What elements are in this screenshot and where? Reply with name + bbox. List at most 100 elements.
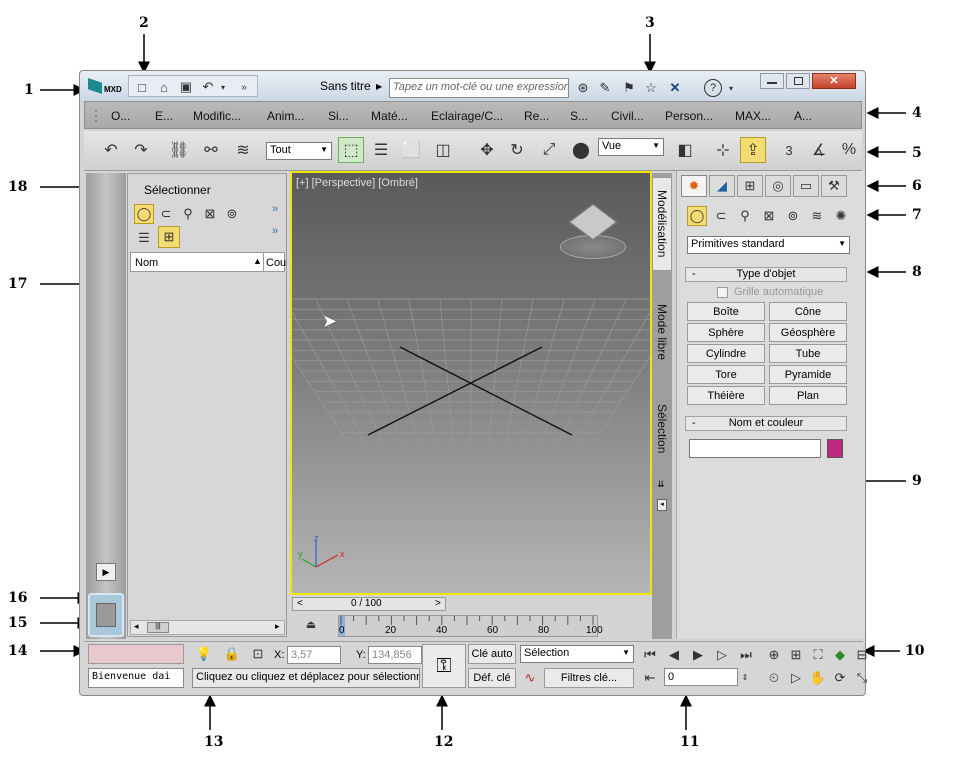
selection-lock-icon[interactable]: 🔒 — [224, 646, 240, 662]
new-file-icon[interactable]: □ — [133, 78, 151, 96]
cameras-filter-icon[interactable]: ⊠ — [200, 204, 220, 224]
menu-item[interactable]: Modific... — [193, 109, 241, 123]
more-options-icon[interactable]: » — [268, 224, 282, 238]
tab-mode-libre[interactable]: Mode libre — [652, 297, 672, 367]
menu-item[interactable]: Person... — [665, 109, 713, 123]
lights-category-icon[interactable]: ⚲ — [735, 206, 755, 226]
viewport-layout-tab[interactable] — [88, 593, 124, 637]
rollout-nom-couleur[interactable]: - Nom et couleur — [685, 416, 847, 431]
torus-button[interactable]: Tore — [687, 365, 765, 384]
y-coordinate-input[interactable]: 134,856 — [368, 646, 422, 664]
select-and-scale-icon[interactable]: ⤢ — [536, 137, 562, 163]
rectangular-selection-icon[interactable]: ⬜ — [398, 137, 424, 163]
favorites-star-icon[interactable]: ☆ — [642, 79, 660, 97]
window-crossing-icon[interactable]: ◫ — [430, 137, 456, 163]
menu-item[interactable]: Eclairage/C... — [431, 109, 503, 123]
expand-layout-button[interactable]: ▶ — [96, 563, 116, 581]
snaps-toggle-icon[interactable]: 3 — [776, 137, 802, 163]
use-pivot-center-icon[interactable]: ◧ — [672, 137, 698, 163]
search-expand-icon[interactable]: ▶ — [376, 78, 386, 96]
subscription-icon[interactable]: ✎ — [596, 79, 614, 97]
autogrid-checkbox[interactable] — [717, 287, 728, 298]
more-filters-icon[interactable]: » — [268, 202, 282, 216]
curve-editor-toggle-icon[interactable]: ⏏ — [302, 615, 320, 633]
column-cou[interactable]: Cou — [266, 257, 286, 269]
motion-tab-icon[interactable]: ◎ — [765, 175, 791, 197]
ribbon-collapse-icon[interactable]: ⇊ — [657, 479, 665, 490]
set-key-mode-button[interactable]: Déf. clé — [468, 668, 516, 688]
menu-item[interactable]: MAX... — [735, 109, 771, 123]
time-slider[interactable]: < 0 / 100 > — [292, 597, 446, 611]
binoculars-icon[interactable]: ⊛ — [574, 79, 592, 97]
unlink-selection-icon[interactable]: ⚯ — [198, 137, 224, 163]
rollout-type-objet[interactable]: - Type d'objet — [685, 267, 847, 282]
shapes-filter-icon[interactable]: ⊂ — [156, 204, 176, 224]
helpers-filter-icon[interactable]: ⊚ — [222, 204, 242, 224]
box-button[interactable]: Boîte — [687, 302, 765, 321]
selection-filter-dropdown[interactable]: Tout — [266, 142, 332, 160]
object-type-dropdown[interactable]: Primitives standard — [687, 236, 850, 254]
plane-button[interactable]: Plan — [769, 386, 847, 405]
go-to-start-icon[interactable]: ⏮ — [640, 645, 660, 665]
time-prev-button[interactable]: < — [297, 598, 303, 609]
application-button[interactable]: MXD — [86, 76, 126, 98]
maxscript-output[interactable]: Bienvenue dai — [88, 668, 184, 688]
frame-spinner-icon[interactable]: ⇕ — [740, 668, 750, 686]
select-manipulate-icon[interactable]: ⊹ — [710, 137, 736, 163]
pan-hand-icon[interactable]: ✋ — [808, 668, 828, 688]
close-button[interactable]: ✕ — [812, 73, 856, 89]
sphere-button[interactable]: Sphère — [687, 323, 765, 342]
zoom-extents-all-icon[interactable]: ⊟ — [852, 645, 872, 665]
menu-item[interactable]: O... — [111, 109, 130, 123]
minimize-button[interactable] — [760, 73, 784, 89]
select-object-icon[interactable]: ⬚ — [338, 137, 364, 163]
more-tools-icon[interactable]: » — [235, 78, 253, 96]
zoom-extents-icon[interactable]: ⛶ — [808, 645, 828, 665]
menu-item[interactable]: S... — [570, 109, 588, 123]
maximize-button[interactable] — [786, 73, 810, 89]
cone-button[interactable]: Cône — [769, 302, 847, 321]
select-by-name-icon[interactable]: ☰ — [368, 137, 394, 163]
search-input[interactable]: Tapez un mot-clé ou une expression — [389, 78, 569, 98]
hierarchy-tab-icon[interactable]: ⊞ — [737, 175, 763, 197]
go-to-end-icon[interactable]: ⏭ — [736, 645, 756, 665]
time-slider-label[interactable]: 0 / 100 — [351, 598, 382, 609]
save-icon[interactable]: ▣ — [177, 78, 195, 96]
menu-item[interactable]: Maté... — [371, 109, 408, 123]
angle-snap-icon[interactable]: ∡ — [806, 137, 832, 163]
display-tab-icon[interactable]: ▭ — [793, 175, 819, 197]
current-frame-input[interactable]: 0 — [664, 668, 738, 686]
maximize-viewport-icon[interactable]: ⤡ — [852, 668, 872, 688]
hierarchy-icon[interactable]: ⊞ — [158, 226, 180, 248]
shapes-category-icon[interactable]: ⊂ — [711, 206, 731, 226]
tab-modelisation[interactable]: Modélisation — [652, 177, 672, 271]
default-tangent-icon[interactable]: ∿ — [520, 668, 540, 688]
geometry-filter-icon[interactable]: ◯ — [134, 204, 154, 224]
perspective-viewport[interactable]: [+] [Perspective] [Ombré] ➤ x y z — [290, 171, 652, 595]
scroll-right-icon[interactable]: ▸ — [275, 621, 280, 632]
tube-button[interactable]: Tube — [769, 344, 847, 363]
select-and-link-icon[interactable]: ⛓ — [166, 137, 192, 163]
select-and-rotate-icon[interactable]: ↻ — [504, 137, 530, 163]
horizontal-scrollbar[interactable]: ◂ ||| ▸ — [130, 620, 285, 635]
sort-ascending-icon[interactable]: ▲ — [253, 256, 262, 266]
geometry-category-icon[interactable]: ◯ — [687, 206, 707, 226]
create-tab-icon[interactable]: ✹ — [681, 175, 707, 197]
cameras-category-icon[interactable]: ⊠ — [759, 206, 779, 226]
redo-icon[interactable]: ↷ — [128, 137, 154, 163]
zoom-extents-selected-icon[interactable]: ◆ — [830, 645, 850, 665]
field-of-view-icon[interactable]: ▷ — [786, 668, 806, 688]
key-filters-button[interactable]: Filtres clé... — [544, 668, 634, 688]
zoom-all-icon[interactable]: ⊞ — [786, 645, 806, 665]
scroll-thumb[interactable]: ||| — [147, 622, 169, 633]
viewcube-icon[interactable] — [560, 201, 626, 261]
undo-icon[interactable]: ↶ — [199, 78, 217, 96]
keyboard-shortcut-override-icon[interactable]: ⇪ — [740, 137, 766, 163]
lights-filter-icon[interactable]: ⚲ — [178, 204, 198, 224]
set-key-button[interactable]: ⚿ — [422, 644, 466, 688]
bind-to-space-warp-icon[interactable]: ≋ — [230, 137, 256, 163]
help-dropdown-icon[interactable]: ▾ — [726, 79, 736, 97]
space-warps-category-icon[interactable]: ≋ — [807, 206, 827, 226]
track-bar[interactable]: 0 20 40 60 80 100 — [338, 615, 603, 637]
menu-item[interactable]: A... — [794, 109, 812, 123]
